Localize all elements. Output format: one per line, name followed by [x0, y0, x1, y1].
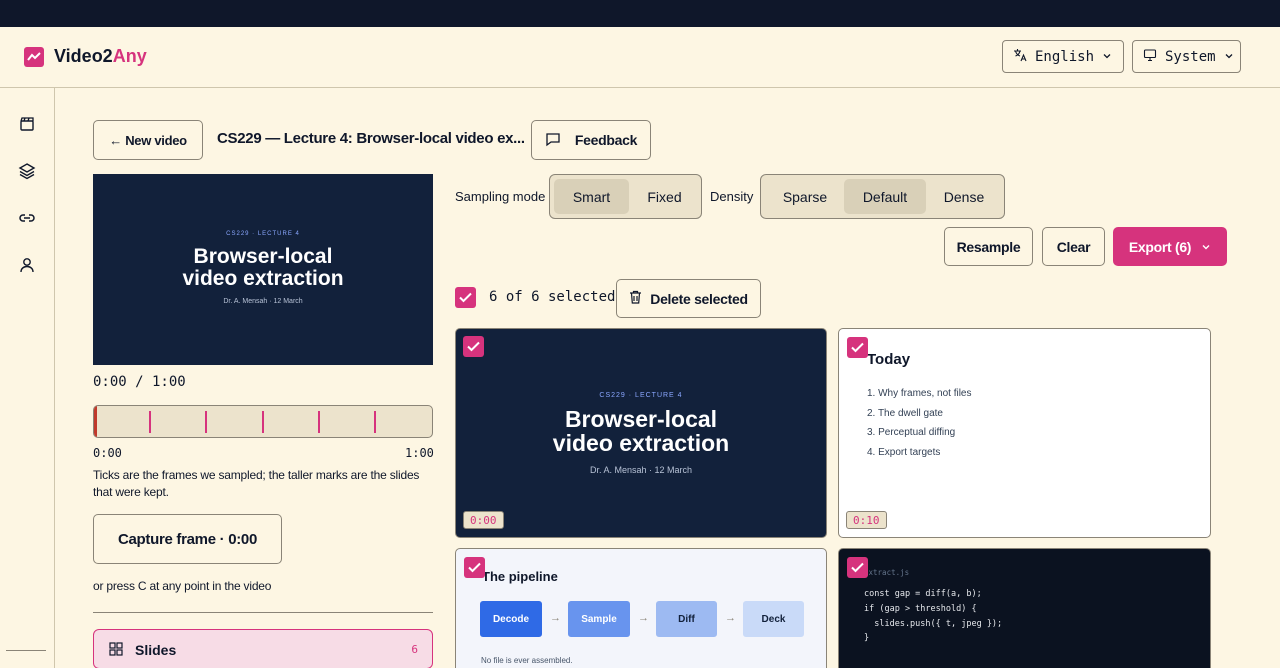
pipeline-step: Decode — [480, 601, 542, 637]
code-line: slides.push({ t, jpeg }); — [864, 619, 1003, 629]
frame-card-code[interactable]: extract.js const gap = diff(a, b); if (g… — [838, 548, 1211, 668]
slides-count-badge: 6 — [411, 643, 418, 656]
code-line: if (gap > threshold) { — [864, 604, 977, 614]
panel-divider — [93, 612, 433, 613]
timeline-end-label: 1:00 — [405, 446, 434, 460]
resample-button[interactable]: Resample — [944, 227, 1033, 266]
slides-panel-toggle[interactable]: Slides 6 — [93, 629, 433, 668]
timeline-tick[interactable] — [261, 411, 264, 433]
chevron-down-icon — [1201, 239, 1211, 255]
arrow-right-icon: → — [638, 612, 649, 624]
video-slide-title-line2: video extraction — [182, 267, 344, 290]
sidebar-divider — [6, 650, 46, 651]
frame-timestamp: 0:10 — [846, 511, 887, 529]
timeline-hint: Ticks are the frames we sampled; the tal… — [93, 468, 420, 499]
frame-slide-title: Today — [867, 351, 911, 368]
frame-agenda-list: 1. Why frames, not files 2. The dwell ga… — [867, 384, 971, 462]
density-option-default[interactable]: Default — [844, 179, 926, 214]
select-all-checkbox[interactable] — [455, 287, 476, 308]
clapperboard-icon[interactable] — [17, 114, 37, 134]
timeline-tick[interactable] — [149, 411, 151, 433]
frame-checkbox[interactable] — [847, 337, 868, 358]
density-option-sparse[interactable]: Sparse — [765, 179, 845, 214]
monitor-icon — [1143, 48, 1157, 66]
slides-panel-label: Slides — [135, 642, 177, 658]
sampling-mode-label: Sampling mode — [455, 189, 546, 204]
link-icon[interactable] — [17, 208, 37, 228]
arrow-right-icon: → — [725, 612, 736, 624]
feedback-button[interactable]: Feedback — [531, 120, 651, 160]
video-slide-title-line1: Browser-local — [193, 245, 333, 268]
frame-slide-title-line1: Browser-local — [564, 406, 718, 432]
frame-timestamp: 0:00 — [463, 511, 504, 529]
density-label: Density — [710, 189, 754, 204]
video-slide-kicker: CS229 · LECTURE 4 — [226, 231, 300, 237]
logo-icon — [24, 47, 44, 67]
frame-card-0-10[interactable]: Today 1. Why frames, not files 2. The dw… — [838, 328, 1211, 538]
agenda-item: 1. Why frames, not files — [867, 388, 972, 399]
density-option-dense[interactable]: Dense — [926, 179, 1002, 214]
sampling-mode-toggle: Smart Fixed — [549, 174, 702, 219]
capture-hint: or press C at any point in the video — [93, 579, 272, 593]
message-icon — [545, 131, 561, 150]
translate-icon — [1013, 48, 1027, 66]
delete-selected-button[interactable]: Delete selected — [616, 279, 761, 318]
frame-checkbox[interactable] — [847, 557, 868, 578]
timeline-tick[interactable] — [318, 411, 320, 433]
capture-frame-button[interactable]: Capture frame · 0:00 — [93, 514, 282, 564]
agenda-item: 2. The dwell gate — [867, 407, 943, 419]
pipeline-step: Deck — [743, 601, 804, 637]
frame-slide-kicker: CS229 · LECTURE 4 — [599, 392, 683, 399]
chevron-down-icon — [1102, 49, 1112, 65]
timeline-track[interactable] — [93, 405, 433, 438]
frame-slide-title-line2: video extraction — [552, 430, 730, 456]
video-player[interactable]: CS229 · LECTURE 4 Browser-local video ex… — [93, 174, 433, 365]
top-bar — [0, 0, 1280, 27]
frame-card-0-00[interactable]: CS229 · LECTURE 4 Browser-local video ex… — [455, 328, 827, 538]
frame-slide-note: No file is ever assembled. — [481, 656, 573, 665]
language-select[interactable]: English — [1002, 40, 1124, 73]
code-filename: extract.js — [864, 568, 910, 577]
code-line: const gap = diff(a, b); — [864, 589, 982, 599]
app-header: Video2Any English System — [0, 27, 1280, 88]
sampling-option-smart[interactable]: Smart — [554, 179, 629, 214]
video-slide-byline: Dr. A. Mensah · 12 March — [223, 298, 303, 305]
trash-icon — [629, 290, 642, 307]
chevron-down-icon — [1224, 49, 1234, 65]
frame-slide-byline: Dr. A. Mensah · 12 March — [589, 465, 693, 475]
layers-icon[interactable] — [17, 161, 37, 181]
pipeline-step: Sample — [568, 601, 630, 637]
agenda-item: 4. Export targets — [867, 446, 941, 458]
density-toggle: Sparse Default Dense — [760, 174, 1005, 219]
new-video-button[interactable]: ← New video — [93, 120, 203, 160]
arrow-right-icon: → — [550, 612, 561, 624]
user-icon[interactable] — [17, 255, 37, 275]
page-title: CS229 — Lecture 4: Browser-local video e… — [217, 130, 525, 147]
sidebar — [0, 88, 55, 668]
frame-slide-title: The pipeline — [482, 569, 558, 584]
code-line: } — [864, 633, 870, 643]
sampling-option-fixed[interactable]: Fixed — [631, 179, 698, 214]
brand-name: Video2Any — [54, 46, 147, 66]
frame-card-pipeline[interactable]: The pipeline Decode → Sample → Diff → De… — [455, 548, 827, 668]
frame-checkbox[interactable] — [463, 336, 484, 357]
pipeline-step: Diff — [656, 601, 717, 637]
selection-count: 6 of 6 selected — [489, 289, 616, 305]
grid-icon — [109, 642, 123, 661]
clear-button[interactable]: Clear — [1042, 227, 1105, 266]
playhead[interactable] — [94, 406, 97, 437]
time-display: 0:00 / 1:00 — [93, 374, 186, 390]
frame-checkbox[interactable] — [464, 557, 485, 578]
export-button[interactable]: Export (6) — [1113, 227, 1227, 266]
timeline-tick[interactable] — [374, 411, 377, 433]
timeline-start-label: 0:00 — [93, 446, 122, 460]
timeline-tick[interactable] — [205, 411, 208, 433]
agenda-item: 3. Perceptual diffing — [867, 427, 956, 438]
theme-select[interactable]: System — [1132, 40, 1241, 73]
